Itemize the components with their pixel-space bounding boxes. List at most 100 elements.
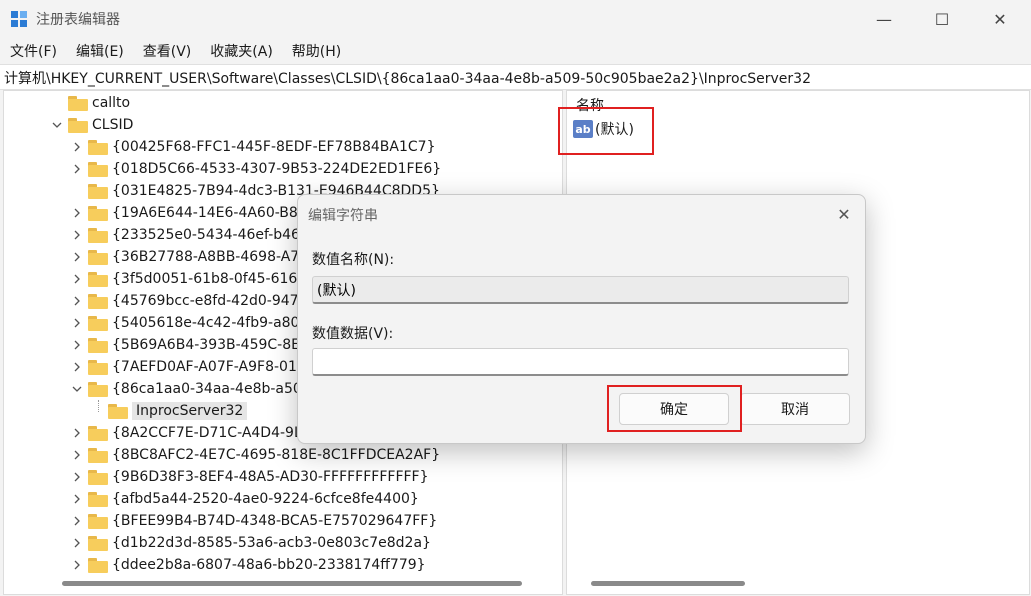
dialog-title: 编辑字符串 [308, 208, 378, 224]
tree-item-selected[interactable]: InprocServer32 [90, 400, 248, 422]
value-name-label: 数值名称(N): [312, 252, 395, 268]
cancel-button[interactable]: 取消 [740, 393, 850, 425]
maximize-button[interactable]: ☐ [913, 0, 971, 38]
tree-item-label: InprocServer32 [132, 402, 248, 420]
chevron-right-icon[interactable] [70, 162, 84, 176]
tree-item-label: {8A2CCF7E-D71C-A4D4-9L [112, 425, 302, 441]
folder-icon [88, 249, 108, 265]
close-button[interactable]: ✕ [971, 0, 1029, 38]
tree-item[interactable]: {00425F68-FFC1-445F-8EDF-EF78B84BA1C7} [70, 136, 435, 158]
chevron-right-icon[interactable] [70, 206, 84, 220]
tree-item[interactable]: {018D5C66-4533-4307-9B53-224DE2ED1FE6} [70, 158, 441, 180]
chevron-right-icon[interactable] [70, 426, 84, 440]
tree-item-label: {233525e0-5434-46ef-b46 [112, 227, 300, 243]
tree-item[interactable]: {233525e0-5434-46ef-b46 [70, 224, 300, 246]
tree-item[interactable]: {9B6D38F3-8EF4-48A5-AD30-FFFFFFFFFFFF} [70, 466, 429, 488]
tree-item[interactable]: {8BC8AFC2-4E7C-4695-818E-8C1FFDCEA2AF} [70, 444, 440, 466]
minimize-button[interactable]: — [855, 0, 913, 38]
tree-item-label: {8BC8AFC2-4E7C-4695-818E-8C1FFDCEA2AF} [112, 447, 441, 463]
tree-item[interactable]: {19A6E644-14E6-4A60-B8D [70, 202, 309, 224]
tree-item-label: {d1b22d3d-8585-53a6-acb3-0e803c7e8d2a} [112, 535, 431, 551]
value-data-label: 数值数据(V): [312, 326, 394, 342]
chevron-right-icon[interactable] [70, 294, 84, 308]
tree-horizontal-scrollbar[interactable] [3, 574, 563, 595]
folder-icon [68, 117, 88, 133]
tree-item-label: {36B27788-A8BB-4698-A7 [112, 249, 300, 265]
chevron-right-icon[interactable] [70, 316, 84, 330]
tree-item[interactable]: {d1b22d3d-8585-53a6-acb3-0e803c7e8d2a} [70, 532, 431, 554]
value-data-field[interactable] [312, 348, 849, 376]
tree-item-label: {5B69A6B4-393B-459C-8E [112, 337, 300, 353]
tree-item[interactable]: {7AEFD0AF-A07F-A9F8-01 [70, 356, 297, 378]
chevron-right-icon[interactable] [70, 536, 84, 550]
chevron-right-icon[interactable] [70, 338, 84, 352]
highlight-ok-button [607, 385, 742, 432]
folder-icon [88, 557, 108, 573]
tree-item[interactable]: {ddee2b8a-6807-48a6-bb20-2338174ff779} [70, 554, 426, 575]
chevron-right-icon[interactable] [70, 558, 84, 572]
address-bar[interactable]: 计算机\HKEY_CURRENT_USER\Software\Classes\C… [0, 64, 1031, 90]
tree-item[interactable]: {45769bcc-e8fd-42d0-947 [70, 290, 299, 312]
folder-icon [88, 315, 108, 331]
tree-item-label: {86ca1aa0-34aa-4e8b-a50 [112, 381, 302, 397]
folder-icon [108, 403, 128, 419]
tree-item-label: {afbd5a44-2520-4ae0-9224-6cfce8fe4400} [112, 491, 419, 507]
tree-item[interactable]: {BFEE99B4-B74D-4348-BCA5-E757029647FF} [70, 510, 437, 532]
folder-icon [88, 381, 108, 397]
menu-file[interactable]: 文件(F) [0, 38, 66, 64]
menu-view[interactable]: 查看(V) [133, 38, 201, 64]
tree-scroll-thumb[interactable] [62, 581, 522, 586]
tree-item-label: {19A6E644-14E6-4A60-B8D [112, 205, 309, 221]
chevron-right-icon[interactable] [70, 250, 84, 264]
chevron-right-icon[interactable] [70, 228, 84, 242]
minimize-icon: — [876, 9, 892, 29]
value-name-field[interactable] [312, 276, 849, 304]
tree-item[interactable]: {3f5d0051-61b8-0f45-616 [70, 268, 297, 290]
chevron-right-icon[interactable] [70, 360, 84, 374]
folder-icon [88, 447, 108, 463]
folder-icon [68, 95, 88, 111]
folder-icon [88, 491, 108, 507]
tree-item[interactable]: {86ca1aa0-34aa-4e8b-a50 [70, 378, 302, 400]
tree-item-label: CLSID [92, 117, 134, 133]
chevron-right-icon[interactable] [70, 514, 84, 528]
dialog-close-button[interactable]: ✕ [831, 201, 857, 227]
folder-icon [88, 425, 108, 441]
registry-editor-icon [11, 11, 27, 27]
menu-help[interactable]: 帮助(H) [282, 38, 350, 64]
chevron-right-icon[interactable] [70, 272, 84, 286]
tree-item-label: {7AEFD0AF-A07F-A9F8-01 [112, 359, 297, 375]
close-icon: ✕ [993, 9, 1007, 29]
tree-item[interactable]: {5405618e-4c42-4fb9-a80 [70, 312, 299, 334]
chevron-right-icon[interactable] [70, 140, 84, 154]
tree-item-label: {018D5C66-4533-4307-9B53-224DE2ED1FE6} [112, 161, 442, 177]
tree-item-label: {00425F68-FFC1-445F-8EDF-EF78B84BA1C7} [112, 139, 436, 155]
tree-item[interactable]: callto [50, 92, 130, 114]
tree-item[interactable]: {8A2CCF7E-D71C-A4D4-9L [70, 422, 302, 444]
chevron-down-icon[interactable] [50, 118, 64, 132]
menu-favorites[interactable]: 收藏夹(A) [200, 38, 282, 64]
close-icon: ✕ [837, 204, 851, 224]
highlight-default-value [558, 107, 654, 155]
tree-item[interactable]: CLSID [50, 114, 133, 136]
chevron-right-icon[interactable] [70, 470, 84, 484]
address-path[interactable]: 计算机\HKEY_CURRENT_USER\Software\Classes\C… [4, 68, 811, 88]
tree-guide-line [98, 400, 100, 412]
menu-bar: 文件(F) 编辑(E) 查看(V) 收藏夹(A) 帮助(H) [0, 38, 1031, 64]
folder-icon [88, 337, 108, 353]
maximize-icon: ☐ [934, 9, 950, 29]
menu-edit[interactable]: 编辑(E) [66, 38, 133, 64]
values-scroll-thumb[interactable] [591, 581, 745, 586]
chevron-down-icon[interactable] [70, 382, 84, 396]
tree-item[interactable]: {5B69A6B4-393B-459C-8E [70, 334, 300, 356]
chevron-right-icon[interactable] [70, 492, 84, 506]
folder-icon [88, 513, 108, 529]
values-horizontal-scrollbar[interactable] [566, 574, 1030, 595]
tree-item-label: {45769bcc-e8fd-42d0-947 [112, 293, 299, 309]
chevron-right-icon[interactable] [70, 448, 84, 462]
tree-item[interactable]: {afbd5a44-2520-4ae0-9224-6cfce8fe4400} [70, 488, 419, 510]
tree-item[interactable]: {36B27788-A8BB-4698-A7 [70, 246, 299, 268]
